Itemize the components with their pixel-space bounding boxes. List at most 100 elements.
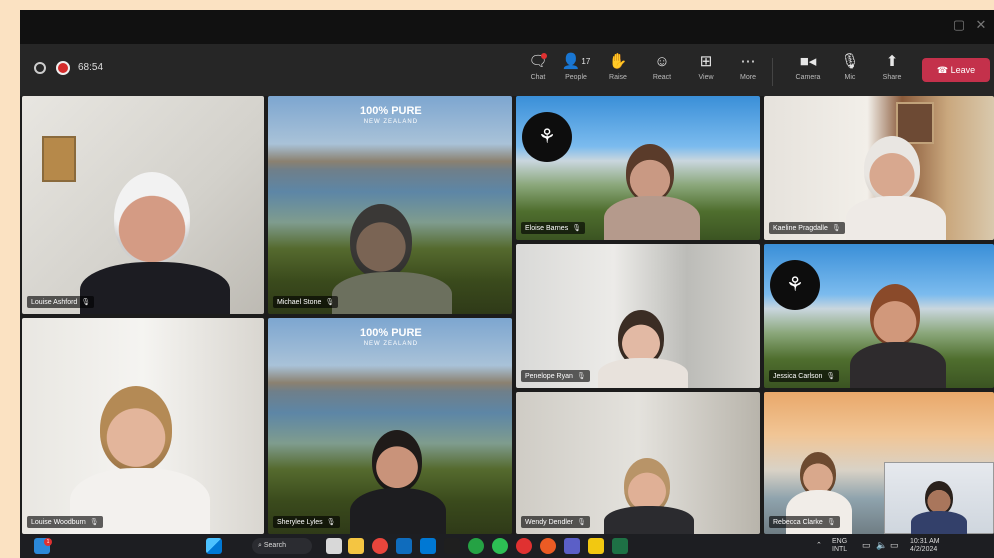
phone-hangup-icon: ☎ bbox=[936, 65, 951, 75]
raise-hand-icon: ✋ bbox=[608, 53, 628, 70]
mic-icon: 🎙 bbox=[325, 299, 335, 306]
mic-icon: 🎙 bbox=[826, 519, 836, 526]
video-tile[interactable]: Penelope Ryan 🎙 bbox=[516, 244, 760, 388]
self-body bbox=[911, 511, 967, 534]
firefox-icon[interactable] bbox=[540, 538, 556, 554]
media-icon[interactable] bbox=[468, 538, 484, 554]
file-explorer-icon[interactable] bbox=[348, 538, 364, 554]
participant-name-tag: Louise Woodburn 🎙 bbox=[27, 516, 103, 528]
more-icon: ⋯ bbox=[740, 53, 756, 70]
video-tile[interactable]: 100% PURE NEW ZEALAND Michael Stone 🎙 bbox=[268, 96, 512, 314]
browser-icon[interactable] bbox=[516, 538, 532, 554]
camera-button[interactable]: ■◂ Camera bbox=[788, 52, 828, 90]
more-button[interactable]: ⋯ More bbox=[728, 52, 768, 90]
video-tile[interactable]: Louise Ashford 🎙 bbox=[22, 96, 264, 314]
windows-start-icon[interactable] bbox=[206, 538, 222, 554]
clock[interactable]: 10:31 AM 4/2/2024 bbox=[910, 538, 940, 554]
participant-face bbox=[114, 172, 190, 264]
nz-fern-logo: ⚘ bbox=[522, 112, 572, 162]
share-icon: ⬆ bbox=[885, 53, 899, 70]
self-face bbox=[925, 481, 953, 515]
nz-fern-logo: ⚘ bbox=[770, 260, 820, 310]
react-icon: ☺ bbox=[654, 53, 670, 70]
meeting-toolbar: 68:54 🗨 Chat 👤17 People ✋ Raise ☺ React … bbox=[20, 44, 994, 96]
participant-face bbox=[350, 204, 412, 278]
app-icon[interactable] bbox=[444, 538, 460, 554]
participant-name-tag: Kaeline Pragdalle 🎙 bbox=[769, 222, 845, 234]
video-tile[interactable]: Wendy Dendler 🎙 bbox=[516, 392, 760, 534]
participant-body bbox=[598, 358, 688, 388]
video-tile[interactable]: 100% PURE NEW ZEALAND Sherylee Lyles 🎙 bbox=[268, 318, 512, 534]
mic-icon: 🎙 bbox=[577, 519, 587, 526]
people-button[interactable]: 👤17 People bbox=[556, 52, 596, 90]
chat-badge bbox=[541, 53, 547, 59]
chat-icon: 🗨 bbox=[528, 53, 548, 70]
teams-notification-icon[interactable]: 1 bbox=[34, 538, 52, 554]
mic-icon: 🎙 bbox=[326, 519, 336, 526]
self-view-tile[interactable] bbox=[884, 462, 994, 534]
participant-name-tag: Eloise Barnes 🎙 bbox=[521, 222, 586, 234]
taskbar-search[interactable]: ⌕ Search bbox=[252, 538, 312, 554]
mic-icon: 🎙 bbox=[840, 53, 860, 70]
chat-button[interactable]: 🗨 Chat bbox=[518, 52, 558, 90]
task-view-icon[interactable] bbox=[326, 538, 342, 554]
whatsapp-icon[interactable] bbox=[492, 538, 508, 554]
participant-name-tag: Penelope Ryan 🎙 bbox=[521, 370, 590, 382]
mic-icon: 🎙 bbox=[826, 373, 836, 380]
participant-face bbox=[870, 284, 920, 346]
video-tile[interactable]: Louise Woodburn 🎙 bbox=[22, 318, 264, 534]
view-button[interactable]: ⊞ View bbox=[686, 52, 726, 90]
battery-icon[interactable]: ▭ bbox=[890, 541, 899, 550]
participant-body bbox=[332, 272, 452, 314]
mic-icon: 🎙 bbox=[81, 299, 91, 306]
teams-icon[interactable] bbox=[564, 538, 580, 554]
toolbar-divider bbox=[772, 58, 773, 86]
raise-hand-button[interactable]: ✋ Raise bbox=[598, 52, 638, 90]
people-icon: 👤17 bbox=[561, 53, 591, 70]
camera-status-icon bbox=[34, 62, 46, 74]
video-grid: Louise Ashford 🎙 100% PURE NEW ZEALAND Mic… bbox=[20, 96, 994, 534]
close-icon[interactable]: ✕ bbox=[974, 18, 988, 32]
participant-face bbox=[372, 430, 422, 492]
video-tile[interactable]: ⚘ Jessica Carlson 🎙 bbox=[764, 244, 994, 388]
language-indicator[interactable]: ENG INTL bbox=[832, 538, 847, 554]
excel-icon[interactable] bbox=[612, 538, 628, 554]
nz-background-logo: 100% PURE NEW ZEALAND bbox=[360, 105, 422, 126]
video-tile[interactable]: Kaeline Pragdalle 🎙 bbox=[764, 96, 994, 240]
maximize-icon[interactable]: ▢ bbox=[952, 18, 966, 32]
store-icon[interactable] bbox=[396, 538, 412, 554]
recording-icon bbox=[56, 61, 70, 75]
participant-body bbox=[80, 262, 230, 314]
participant-name-tag: Michael Stone 🎙 bbox=[273, 296, 339, 308]
nz-background-logo: 100% PURE NEW ZEALAND bbox=[360, 327, 422, 348]
video-tile[interactable]: Rebecca Clarke 🎙 bbox=[764, 392, 994, 534]
wall-picture bbox=[42, 136, 76, 182]
react-button[interactable]: ☺ React bbox=[642, 52, 682, 90]
leave-button[interactable]: ☎ Leave bbox=[922, 58, 990, 82]
mic-icon: 🎙 bbox=[89, 519, 99, 526]
participant-face bbox=[100, 386, 172, 472]
share-button[interactable]: ⬆ Share bbox=[872, 52, 912, 90]
camera-icon: ■◂ bbox=[799, 53, 817, 70]
chrome-icon[interactable] bbox=[372, 538, 388, 554]
meeting-timer: 68:54 bbox=[78, 62, 104, 73]
participant-body bbox=[846, 196, 946, 240]
mic-button[interactable]: 🎙 Mic bbox=[830, 52, 870, 90]
participant-face bbox=[864, 136, 920, 202]
teams-meeting-window: ▢ ✕ 68:54 🗨 Chat 👤17 People ✋ Raise ☺ Re… bbox=[20, 10, 994, 534]
volume-icon[interactable]: 🔈 bbox=[876, 541, 887, 550]
powerbi-icon[interactable] bbox=[588, 538, 604, 554]
mic-icon: 🎙 bbox=[576, 373, 586, 380]
mail-icon[interactable] bbox=[420, 538, 436, 554]
participant-body bbox=[850, 342, 946, 388]
participant-body bbox=[604, 506, 694, 534]
participant-body bbox=[350, 488, 446, 534]
participant-name-tag: Wendy Dendler 🎙 bbox=[521, 516, 591, 528]
participant-name-tag: Sherylee Lyles 🎙 bbox=[273, 516, 340, 528]
video-tile[interactable]: ⚘ Eloise Barnes 🎙 bbox=[516, 96, 760, 240]
participant-face bbox=[626, 144, 674, 202]
mic-icon: 🎙 bbox=[572, 225, 582, 232]
mic-icon: 🎙 bbox=[831, 225, 841, 232]
network-icon[interactable]: ▭ bbox=[862, 541, 871, 550]
chevron-up-icon[interactable]: ⌃ bbox=[816, 542, 822, 550]
